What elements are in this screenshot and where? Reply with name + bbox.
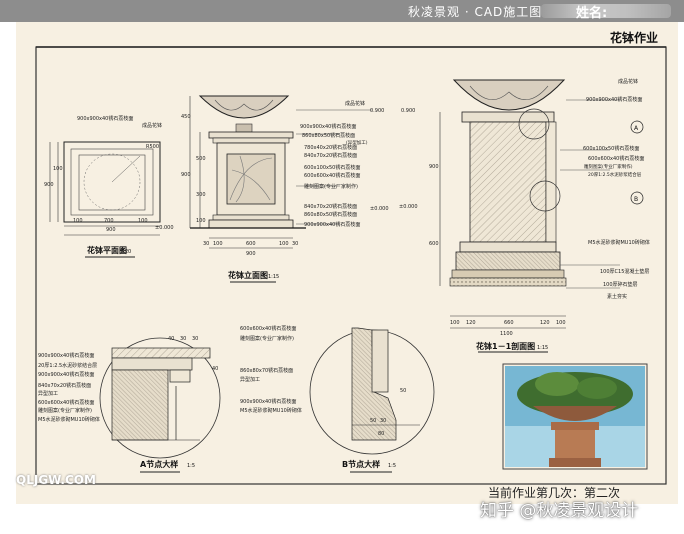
sec-level-zero: ±0.000 (399, 204, 418, 210)
da-callout-1: 20厚1:2.5水泥砂浆结合层 (38, 362, 97, 369)
elev-callout-5: 840x70x20锈石荔枝面 (304, 152, 357, 159)
da-dim-2: 30 (192, 336, 198, 342)
elev-dim-l2: 500 (196, 156, 206, 162)
da-callout-6: 雕刻图案(专业厂家制作) (38, 407, 92, 414)
db-callout-4: 900x900x40锈石荔枝面 (240, 398, 296, 405)
sec-dim-l1: 600 (429, 241, 439, 247)
da-callout-2: 900x900x40锈石荔枝面 (38, 371, 94, 378)
sec-callout-3: 600x600x40锈石荔枝面 (588, 155, 644, 162)
section-scale: 1:15 (537, 345, 548, 351)
elev-dim-l0: 450 (181, 114, 191, 120)
plan-callout-bowl: 成品花钵 (142, 122, 162, 129)
detail-a-scale: 1:5 (187, 463, 195, 469)
elev-level-top: 0.900 (370, 108, 384, 114)
elev-dim-b0: 30 (203, 241, 209, 247)
elev-callout-10: 860x80x50锈石荔枝面 (304, 211, 357, 218)
sec-level-top: 0.900 (401, 108, 415, 114)
db-callout-3: 异型加工 (240, 376, 260, 383)
elevation-scale: 1:15 (268, 274, 279, 280)
db-callout-5: M5水泥砂浆砌MU10砖砌体 (240, 407, 302, 414)
elev-dim-b3: 100 (279, 241, 289, 247)
plan-callout-radius: R500 (146, 144, 159, 150)
plan-dim-top: 900x900x40锈石荔枝面 (77, 115, 133, 122)
elevation-title: 花钵立面图 (228, 270, 268, 280)
sec-callout-4: 雕刻图案(专业厂家制作) (584, 163, 633, 170)
da-callout-5: 600x600x40锈石荔枝面 (38, 399, 94, 406)
db-dim-3: 80 (378, 431, 384, 437)
site-watermark: QLJGW.COM (16, 473, 96, 487)
db-dim-0: 50 (370, 418, 376, 424)
section-title: 花钵1－1剖面图 (476, 341, 535, 351)
sec-callout-9: 素土夯实 (607, 293, 627, 300)
detail-b-scale: 1:5 (388, 463, 396, 469)
elev-dim-l1: 900 (181, 172, 191, 178)
elev-callout-9: 840x70x20锈石荔枝面 (304, 203, 357, 210)
sec-dim-l0: 900 (429, 164, 439, 170)
elev-callout-4: 780x40x20锈石荔枝面 (304, 144, 357, 151)
elev-callout-11: 900x900x40锈石荔枝面 (304, 221, 360, 228)
sec-callout-6: M5水泥砂浆砌MU10砖砌体 (588, 239, 650, 246)
da-dim-0: 40 (168, 336, 174, 342)
elev-dim-b4: 30 (292, 241, 298, 247)
sec-callout-8: 100厚碎石垫层 (603, 281, 638, 288)
sec-dim-b5: 1100 (500, 331, 513, 337)
elev-callout-7: 600x600x40锈石荔枝面 (304, 172, 360, 179)
plan-view (49, 141, 161, 258)
reference-photo (505, 366, 645, 467)
sec-callout-2: 600x100x50锈石荔枝面 (583, 145, 639, 152)
da-callout-7: M5水泥砂浆砌MU10砖砌体 (38, 416, 100, 423)
section-view (439, 79, 644, 353)
detail-b-view (309, 327, 435, 473)
detail-b-title: B节点大样 (342, 459, 380, 469)
da-dim-3: 40 (212, 366, 218, 372)
elev-dim-b1: 100 (213, 241, 223, 247)
sec-dim-b1: 120 (466, 320, 476, 326)
elev-callout-6: 600x100x50锈石荔枝面 (304, 164, 360, 171)
elev-callout-2: 860x80x50锈石荔枝面 (302, 132, 355, 139)
elev-level-zero: ±0.000 (370, 206, 389, 212)
sec-callout-5: 20厚1:2.5水泥砂浆结合层 (588, 171, 642, 178)
plan-dim-b3: 900 (106, 227, 116, 233)
detail-a-title: A节点大样 (140, 459, 178, 469)
planter-photo-illustration (505, 366, 645, 467)
elev-callout-1: 900x900x40锈石荔枝面 (300, 123, 356, 130)
sec-dim-b2: 660 (504, 320, 514, 326)
detail-a-view (99, 337, 221, 473)
plan-level: ±0.000 (155, 225, 174, 231)
da-callout-4: 异型加工 (38, 390, 58, 397)
da-callout-3: 840x70x20锈石荔枝面 (38, 382, 91, 389)
db-dim-1: 30 (380, 418, 386, 424)
da-callout-0: 900x900x40锈石荔枝面 (38, 352, 94, 359)
sec-marker-b: B (634, 196, 638, 203)
elev-dim-l3: 300 (196, 192, 206, 198)
plan-dim-b2: 100 (138, 218, 148, 224)
da-dim-1: 30 (180, 336, 186, 342)
elev-dim-b2: 600 (246, 241, 256, 247)
elev-callout-8: 雕刻图案(专业厂家制作) (304, 183, 358, 190)
db-callout-0: 600x600x40锈石荔枝面 (240, 325, 296, 332)
elev-dim-l4: 100 (196, 218, 206, 224)
plan-dim-b1: 700 (104, 218, 114, 224)
plan-dim-b0: 100 (73, 218, 83, 224)
sec-callout-1: 900x900x40锈石荔枝面 (586, 96, 642, 103)
plan-dim-s1: 100 (53, 166, 63, 172)
sec-dim-b0: 100 (450, 320, 460, 326)
plan-dim-s0: 900 (44, 182, 54, 188)
db-callout-1: 雕刻图案(专业厂家制作) (240, 335, 294, 342)
sec-dim-b4: 100 (556, 320, 566, 326)
elev-callout-0: 成品花钵 (345, 100, 365, 107)
sec-callout-7: 100厚C15混凝土垫层 (600, 268, 649, 275)
sec-marker-a: A (634, 125, 639, 132)
sec-callout-0: 成品花钵 (618, 78, 638, 85)
db-callout-2: 860x80x70锈石荔枝面 (240, 367, 293, 374)
db-dim-2: 50 (400, 388, 406, 394)
sec-dim-b3: 120 (540, 320, 550, 326)
zhihu-watermark: 知乎 @秋凌景观设计 (480, 501, 639, 521)
plan-scale: 1:20 (120, 249, 131, 255)
elev-dim-b5: 900 (246, 251, 256, 257)
